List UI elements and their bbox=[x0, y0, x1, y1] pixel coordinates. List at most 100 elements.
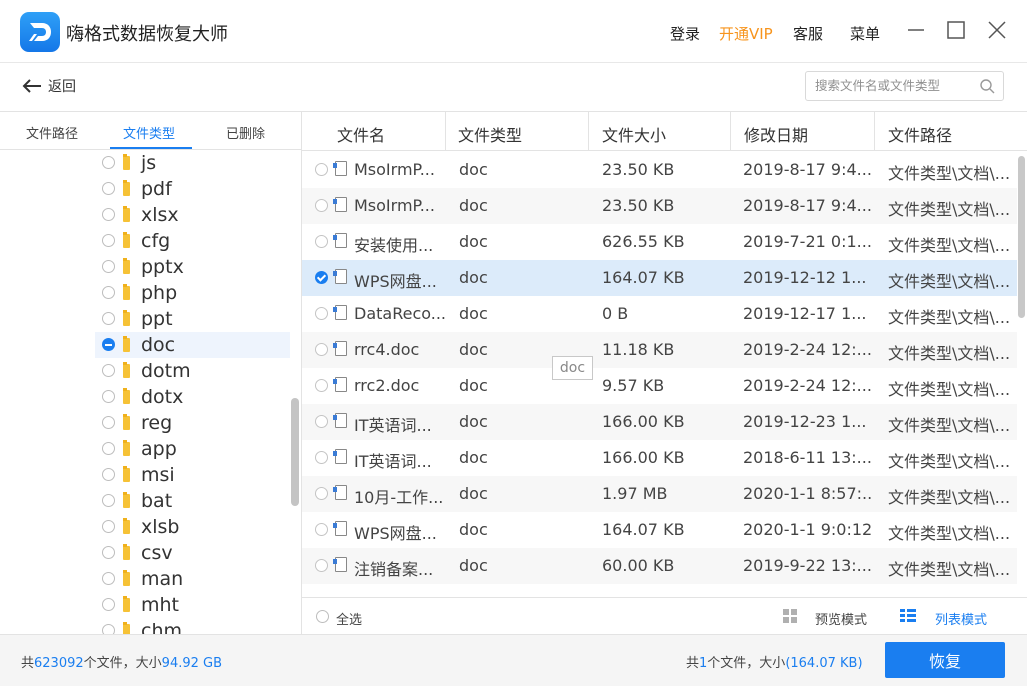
tree-item[interactable]: cfg bbox=[95, 228, 290, 254]
row-checkbox[interactable] bbox=[315, 235, 328, 248]
table-row[interactable]: rrc2.doc doc 9.57 KB 2019-2-24 12:... 文件类型\文… bbox=[302, 368, 1017, 404]
table-row[interactable]: MsoIrmP... doc 23.50 KB 2019-8-17 9:4... 文件类… bbox=[302, 152, 1017, 188]
tree-item[interactable]: ppt bbox=[95, 306, 290, 332]
tree-item-radio[interactable] bbox=[102, 182, 115, 195]
row-checkbox[interactable] bbox=[315, 487, 328, 500]
maximize-icon[interactable] bbox=[946, 20, 966, 40]
table-row[interactable]: rrc4.doc doc 11.18 KB 2019-2-24 12:... 文件类型\… bbox=[302, 332, 1017, 368]
tree-item[interactable]: js bbox=[95, 151, 290, 176]
row-checkbox[interactable] bbox=[315, 559, 328, 572]
search-icon[interactable] bbox=[979, 78, 995, 94]
folder-icon bbox=[123, 310, 130, 326]
close-icon[interactable] bbox=[987, 20, 1007, 40]
tree-item-radio[interactable] bbox=[102, 624, 115, 634]
tree-item[interactable]: man bbox=[95, 566, 290, 592]
minimize-icon[interactable] bbox=[906, 20, 926, 40]
tree-item-radio[interactable] bbox=[102, 468, 115, 481]
tree-item[interactable]: dotm bbox=[95, 358, 290, 384]
doc-file-icon bbox=[333, 557, 347, 572]
tree-scrollbar[interactable] bbox=[291, 398, 299, 506]
row-checkbox[interactable] bbox=[315, 271, 328, 284]
search-input[interactable] bbox=[815, 78, 975, 93]
tree-item[interactable]: chm bbox=[95, 618, 290, 634]
tree-item[interactable]: dotx bbox=[95, 384, 290, 410]
row-checkbox[interactable] bbox=[315, 379, 328, 392]
vip-link[interactable]: 开通VIP bbox=[719, 23, 773, 44]
search-box[interactable] bbox=[805, 71, 1004, 101]
folder-icon bbox=[123, 440, 130, 456]
table-row[interactable]: IT英语词... doc 166.00 KB 2019-12-23 1... 文件类型\… bbox=[302, 404, 1017, 440]
tree-item[interactable]: csv bbox=[95, 540, 290, 566]
tree-item-radio[interactable] bbox=[102, 494, 115, 507]
list-view-icon[interactable] bbox=[900, 609, 916, 623]
tree-item-radio[interactable] bbox=[102, 416, 115, 429]
tree-item-radio[interactable] bbox=[102, 442, 115, 455]
row-checkbox[interactable] bbox=[315, 523, 328, 536]
select-all-radio[interactable] bbox=[316, 610, 329, 623]
table-row[interactable]: 10月-工作... doc 1.97 MB 2020-1-1 8:57:... 文件类型… bbox=[302, 476, 1017, 512]
tree-item[interactable]: doc bbox=[95, 332, 290, 358]
tree-item[interactable]: php bbox=[95, 280, 290, 306]
tree-item-radio[interactable] bbox=[102, 156, 115, 169]
tree-item-radio[interactable] bbox=[102, 260, 115, 273]
table-row[interactable]: MsoIrmP... doc 23.50 KB 2019-8-17 9:4... 文件类… bbox=[302, 188, 1017, 224]
list-scrollbar[interactable] bbox=[1018, 156, 1025, 318]
row-checkbox[interactable] bbox=[315, 163, 328, 176]
folder-icon bbox=[123, 284, 130, 300]
col-size[interactable]: 文件大小 bbox=[602, 122, 666, 146]
tree-item-radio[interactable] bbox=[102, 520, 115, 533]
table-row[interactable]: WPS网盘... doc 164.07 KB 2019-12-12 1... 文件类型\… bbox=[302, 260, 1017, 296]
tree-item-radio[interactable] bbox=[102, 546, 115, 559]
table-row[interactable]: 注销备案... doc 60.00 KB 2019-9-22 13:... 文件类型\文… bbox=[302, 548, 1017, 584]
tree-item-radio[interactable] bbox=[102, 234, 115, 247]
menu-link[interactable]: 菜单 bbox=[850, 23, 880, 44]
cell-path: 文件类型\文档\... bbox=[888, 524, 1011, 543]
tree-item[interactable]: msi bbox=[95, 462, 290, 488]
row-checkbox[interactable] bbox=[315, 343, 328, 356]
tab-file-path[interactable]: 文件路径 bbox=[26, 123, 78, 142]
table-row[interactable]: DataReco... doc 0 B 2019-12-17 1... 文件类型\文档\… bbox=[302, 296, 1017, 332]
tree-item[interactable]: xlsb bbox=[95, 514, 290, 540]
col-type[interactable]: 文件类型 bbox=[458, 122, 522, 146]
tree-item[interactable]: app bbox=[95, 436, 290, 462]
login-link[interactable]: 登录 bbox=[670, 23, 700, 44]
tree-item-radio[interactable] bbox=[102, 572, 115, 585]
col-path[interactable]: 文件路径 bbox=[888, 122, 952, 146]
tree-item-radio[interactable] bbox=[102, 364, 115, 377]
table-row[interactable]: WPS网盘... doc 164.07 KB 2020-1-1 9:0:12 文件类型\… bbox=[302, 512, 1017, 548]
col-name[interactable]: 文件名 bbox=[337, 122, 385, 146]
tree-item[interactable]: pptx bbox=[95, 254, 290, 280]
table-row[interactable]: IT英语词... doc 166.00 KB 2018-6-11 13:... 文件类型… bbox=[302, 440, 1017, 476]
preview-mode-button[interactable]: 预览模式 bbox=[815, 609, 867, 628]
tree-item[interactable]: xlsx bbox=[95, 202, 290, 228]
grid-view-icon[interactable] bbox=[783, 609, 797, 623]
tree-item-radio[interactable] bbox=[102, 312, 115, 325]
row-checkbox[interactable] bbox=[315, 199, 328, 212]
row-checkbox[interactable] bbox=[315, 415, 328, 428]
tree-item-label: mht bbox=[141, 594, 179, 616]
left-panel: 文件路径 文件类型 已删除 js pdf xlsx cfg pptx php ppt doc d… bbox=[0, 112, 302, 634]
row-checkbox[interactable] bbox=[315, 451, 328, 464]
tree-item[interactable]: bat bbox=[95, 488, 290, 514]
table-row[interactable]: 安装使用... doc 626.55 KB 2019-7-21 0:1... 文件类型\… bbox=[302, 224, 1017, 260]
list-mode-button[interactable]: 列表模式 bbox=[935, 609, 987, 628]
select-all-label[interactable]: 全选 bbox=[336, 609, 362, 628]
sel-mid: 个文件，大小 bbox=[707, 656, 786, 671]
recover-button[interactable]: 恢复 bbox=[885, 642, 1005, 678]
tree-item-radio[interactable] bbox=[102, 598, 115, 611]
col-divider bbox=[730, 112, 731, 150]
tree-item-radio[interactable] bbox=[102, 390, 115, 403]
tree-item[interactable]: mht bbox=[95, 592, 290, 618]
tree-item[interactable]: pdf bbox=[95, 176, 290, 202]
tab-file-type[interactable]: 文件类型 bbox=[123, 123, 175, 142]
tree-item-radio[interactable] bbox=[102, 338, 115, 351]
back-button[interactable]: 返回 bbox=[22, 76, 76, 96]
doc-file-icon bbox=[333, 521, 347, 536]
tree-item-radio[interactable] bbox=[102, 286, 115, 299]
row-checkbox[interactable] bbox=[315, 307, 328, 320]
tab-deleted[interactable]: 已删除 bbox=[226, 123, 265, 142]
service-link[interactable]: 客服 bbox=[793, 23, 823, 44]
col-date[interactable]: 修改日期 bbox=[744, 122, 808, 146]
tree-item-radio[interactable] bbox=[102, 208, 115, 221]
tree-item[interactable]: reg bbox=[95, 410, 290, 436]
